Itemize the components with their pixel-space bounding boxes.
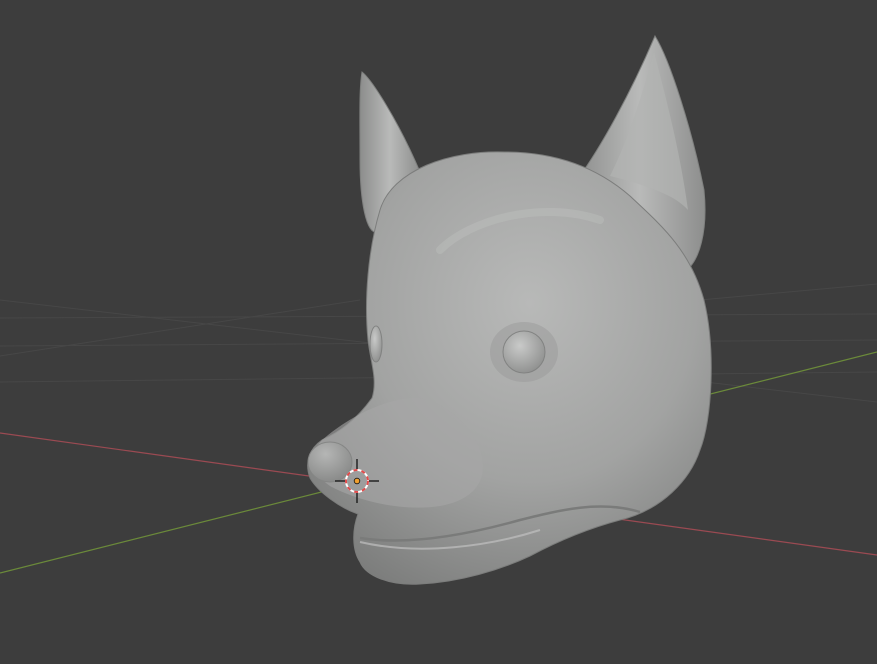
dog-head-model[interactable] [307,34,712,585]
nose[interactable] [307,441,353,483]
origin-dot [353,477,361,485]
right-eye[interactable] [502,330,546,374]
viewport-canvas[interactable] [0,0,877,664]
3d-viewport[interactable] [0,0,877,664]
left-eye[interactable] [369,325,383,363]
